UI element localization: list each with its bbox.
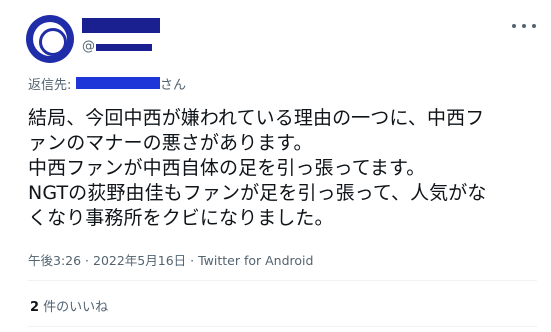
display-name-redacted[interactable] <box>82 18 160 33</box>
tweet-meta: 午後3:26 · 2022年5月16日 · Twitter for Androi… <box>28 250 313 269</box>
reply-to-label: 返信先: <box>28 78 72 93</box>
tweet-line: 結局、今回中西が嫌われている理由の一つに、中西フ <box>28 107 485 129</box>
likes-count-link[interactable]: 2 件のいいね <box>30 296 108 315</box>
likes-count: 2 <box>30 300 40 315</box>
tweet-source[interactable]: Twitter for Android <box>198 253 313 268</box>
handle-at-sign: @ <box>82 39 95 54</box>
tweet-date[interactable]: 2022年5月16日 <box>93 253 186 268</box>
tweet-line: ァンのマナーの悪さがあります。 <box>28 132 313 154</box>
reply-to-user-redacted[interactable] <box>76 77 160 89</box>
tweet-time[interactable]: 午後3:26 <box>28 253 81 268</box>
divider <box>28 326 537 327</box>
meta-separator: · <box>81 253 93 268</box>
likes-label: 件のいいね <box>39 300 109 315</box>
reply-to-suffix: さん <box>160 78 187 93</box>
handle-redacted[interactable] <box>96 44 152 51</box>
avatar[interactable] <box>26 15 74 63</box>
divider <box>28 280 537 281</box>
meta-separator: · <box>186 253 199 268</box>
tweet-text: 結局、今回中西が嫌われている理由の一つに、中西フ ァンのマナーの悪さがあります。… <box>28 106 538 231</box>
tweet-line: くなり事務所をクビになりました。 <box>28 207 334 229</box>
tweet-line: 中西ファンが中西自体の足を引っ張ってます。 <box>28 157 426 179</box>
tweet-line: NGTの荻野由佳もファンが足を引っ張って、人気がな <box>28 182 487 204</box>
more-options-icon[interactable] <box>512 18 536 34</box>
